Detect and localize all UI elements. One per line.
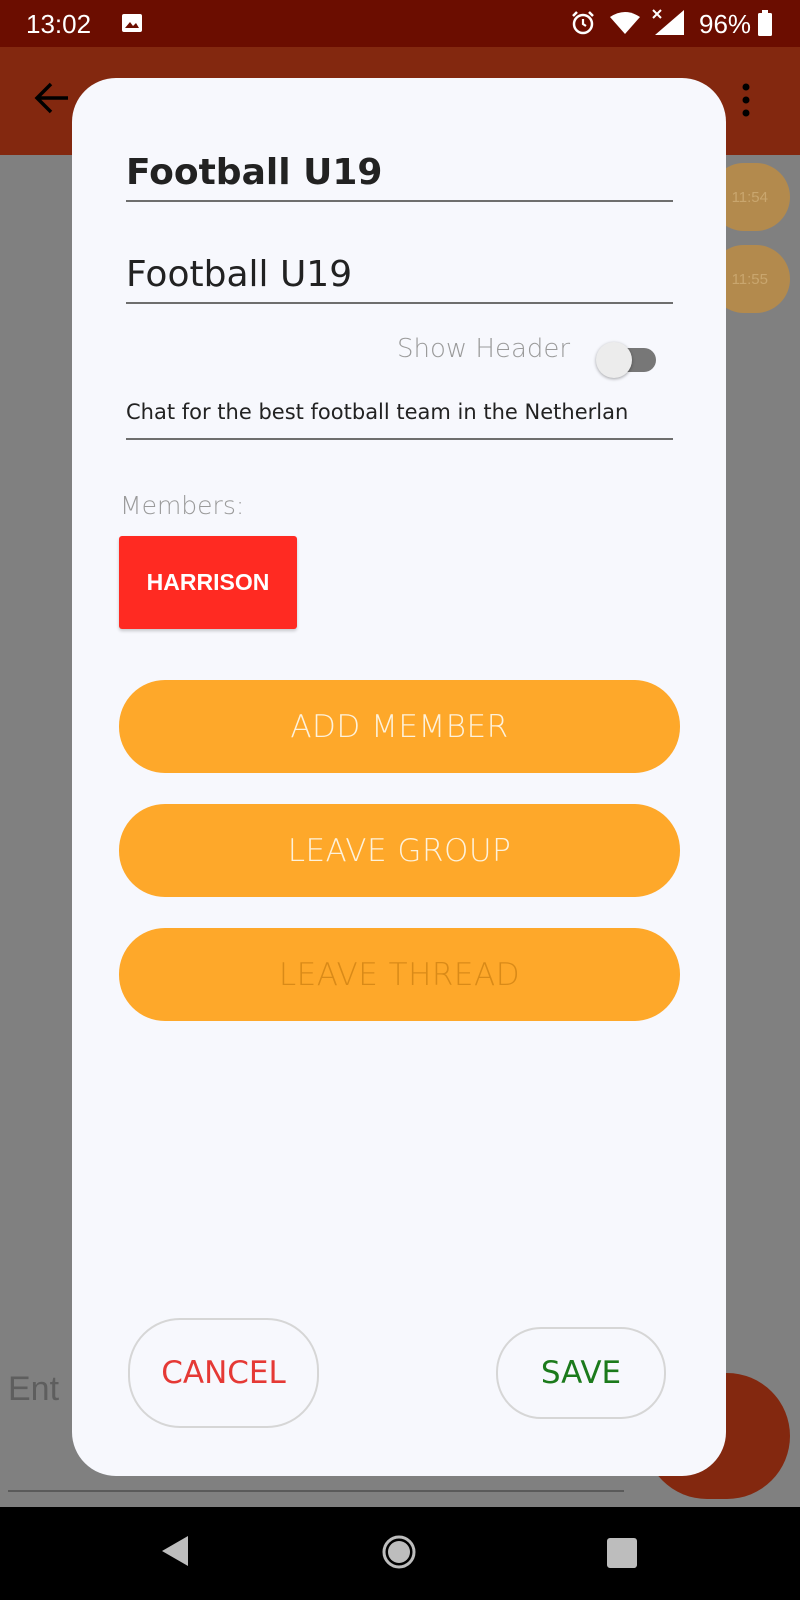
add-member-button[interactable]: ADD MEMBER (119, 680, 680, 773)
description-value: Chat for the best football team in the N… (126, 400, 629, 424)
message-input-underline (8, 1490, 624, 1492)
toggle-thumb (596, 342, 632, 378)
group-name-value: Football U19 (126, 254, 353, 295)
wifi-icon (610, 12, 640, 34)
leave-group-label: LEAVE GROUP (287, 832, 512, 869)
save-label: SAVE (540, 1355, 622, 1391)
cancel-label: CANCEL (161, 1355, 286, 1391)
member-name: HARRISON (146, 569, 270, 595)
leave-group-button[interactable]: LEAVE GROUP (119, 804, 680, 897)
group-settings-dialog: Football U19 Football U19 Show Header Ch… (72, 78, 726, 1476)
group-name-input[interactable]: Football U19 (126, 244, 673, 304)
signal-icon (652, 9, 684, 35)
overflow-menu-icon[interactable] (740, 82, 752, 118)
message-time: 11:54 (731, 188, 768, 206)
nav-home-icon[interactable] (381, 1534, 417, 1570)
battery-icon (758, 10, 772, 36)
message-input-placeholder: Ent (8, 1370, 60, 1408)
save-button[interactable]: SAVE (496, 1327, 666, 1419)
nav-recents-icon[interactable] (607, 1538, 637, 1568)
members-label: Members: (120, 491, 245, 520)
back-arrow-icon[interactable] (34, 80, 70, 116)
leave-thread-button[interactable]: LEAVE THREAD (119, 928, 680, 1021)
group-title-field[interactable]: Football U19 (126, 142, 673, 202)
show-header-label: Show Header (397, 334, 571, 364)
image-icon (122, 14, 142, 32)
member-chip[interactable]: HARRISON (119, 536, 297, 629)
add-member-label: ADD MEMBER (290, 708, 509, 745)
description-input[interactable]: Chat for the best football team in the N… (126, 396, 673, 440)
cancel-button[interactable]: CANCEL (128, 1318, 319, 1428)
alarm-icon (572, 11, 594, 35)
battery-percent: 96% (699, 9, 752, 39)
group-title: Football U19 (126, 152, 383, 193)
message-time: 11:55 (731, 270, 768, 288)
nav-back-icon[interactable] (160, 1534, 190, 1568)
status-bar: 13:02 96% (0, 0, 800, 47)
show-header-toggle[interactable] (596, 342, 656, 378)
leave-thread-label: LEAVE THREAD (278, 956, 521, 993)
status-time: 13:02 (26, 9, 92, 39)
